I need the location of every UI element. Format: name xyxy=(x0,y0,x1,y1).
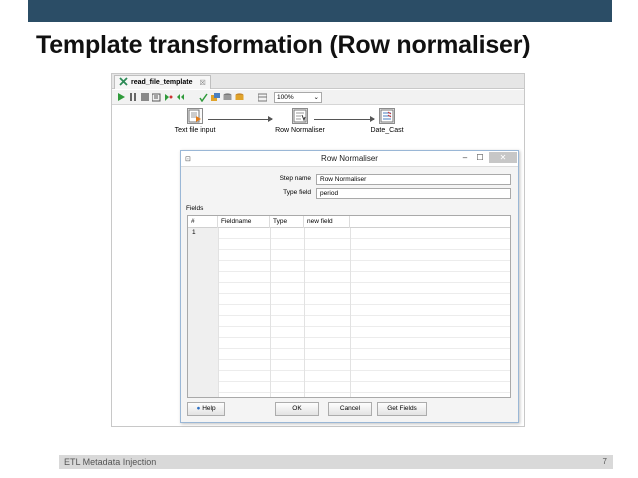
text-file-input-icon xyxy=(187,108,203,124)
row-normaliser-dialog: ⊡ Row Normaliser – ☐ ✕ Step name Row Nor… xyxy=(180,150,519,423)
tab-read-file-template[interactable]: read_file_template ☒ xyxy=(114,75,211,89)
minimize-icon[interactable]: – xyxy=(459,152,471,163)
get-fields-button[interactable]: Get Fields xyxy=(377,402,427,416)
dialog-titlebar: ⊡ Row Normaliser – ☐ ✕ xyxy=(181,151,518,167)
step-date-cast[interactable]: Date_Cast xyxy=(362,108,412,134)
table-header: # Fieldname Type new field xyxy=(188,216,510,228)
footer-text: ETL Metadata Injection xyxy=(64,457,157,467)
explore-db-icon[interactable] xyxy=(235,92,244,102)
zoom-select[interactable]: 100% ⌄ xyxy=(274,91,322,103)
step-text-file-input[interactable]: Text file input xyxy=(170,108,220,134)
step-name-label: Step name xyxy=(279,175,311,182)
slide-title: Template transformation (Row normaliser) xyxy=(36,31,531,59)
help-icon: ● xyxy=(196,405,201,412)
replay-icon[interactable] xyxy=(176,93,185,102)
page-number: 7 xyxy=(602,457,607,466)
help-button[interactable]: ● Help xyxy=(187,402,225,416)
impact-icon[interactable] xyxy=(211,92,220,102)
slide-footer: ETL Metadata Injection 7 xyxy=(59,455,613,469)
type-field-label: Type field xyxy=(283,189,311,196)
fields-table[interactable]: # Fieldname Type new field 1 xyxy=(187,215,511,398)
table-body: 1 xyxy=(188,228,510,397)
editor-toolbar: 100% ⌄ xyxy=(112,90,524,105)
tab-close-icon[interactable]: ☒ xyxy=(199,79,205,87)
row-number-column xyxy=(188,228,218,397)
sql-icon[interactable] xyxy=(223,92,232,102)
tab-label: read_file_template xyxy=(131,79,193,86)
pause-icon[interactable] xyxy=(128,93,137,102)
select-values-icon xyxy=(379,108,395,124)
table-row[interactable]: 1 xyxy=(192,229,196,236)
stop-icon[interactable] xyxy=(140,93,149,102)
row-normaliser-icon xyxy=(292,108,308,124)
debug-icon[interactable] xyxy=(164,93,173,102)
close-icon[interactable]: ✕ xyxy=(489,152,517,163)
maximize-icon[interactable]: ☐ xyxy=(473,152,487,163)
step-name-input[interactable]: Row Normaliser xyxy=(316,174,511,185)
slide-top-bar xyxy=(28,0,612,22)
column-header[interactable]: Type xyxy=(270,216,304,228)
step-label: Date_Cast xyxy=(370,127,404,134)
column-header[interactable]: Fieldname xyxy=(218,216,270,228)
hop-arrow[interactable] xyxy=(208,116,273,122)
step-label: Row Normaliser xyxy=(275,127,325,134)
verify-icon[interactable] xyxy=(199,93,208,102)
column-header[interactable]: # xyxy=(188,216,218,228)
step-label: Text file input xyxy=(174,127,216,134)
column-header[interactable]: new field xyxy=(304,216,350,228)
show-results-icon[interactable] xyxy=(258,93,267,102)
editor-tab-bar: read_file_template ☒ xyxy=(112,74,524,89)
type-field-input[interactable]: period xyxy=(316,188,511,199)
zoom-value: 100% xyxy=(277,93,294,101)
run-icon[interactable] xyxy=(116,93,125,102)
chevron-down-icon: ⌄ xyxy=(313,94,319,101)
ok-button[interactable]: OK xyxy=(275,402,319,416)
transformation-icon xyxy=(119,77,128,88)
fields-label: Fields xyxy=(186,205,204,212)
cancel-button[interactable]: Cancel xyxy=(328,402,372,416)
preview-icon[interactable] xyxy=(152,93,161,102)
help-label: Help xyxy=(202,405,216,412)
step-row-normaliser[interactable]: Row Normaliser xyxy=(270,108,330,134)
